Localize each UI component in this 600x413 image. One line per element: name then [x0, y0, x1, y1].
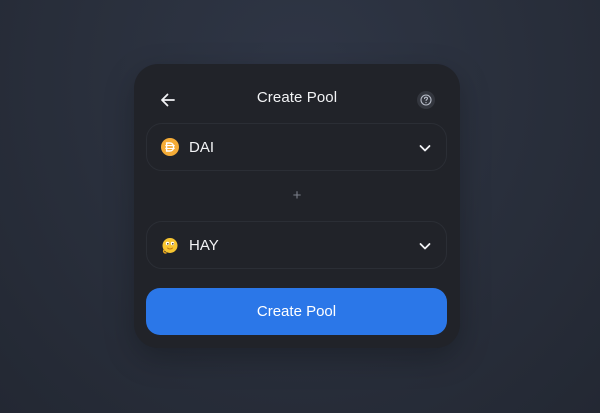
chevron-down-icon — [419, 243, 431, 250]
hay-token-icon — [162, 238, 178, 254]
help-button[interactable] — [417, 91, 435, 109]
create-pool-button[interactable]: Create Pool — [146, 288, 447, 335]
token-b-selector[interactable]: HAY — [146, 221, 447, 269]
token-b-label: HAY — [189, 237, 219, 254]
chevron-down-icon — [419, 145, 431, 152]
plus-separator: + — [292, 187, 302, 204]
dai-token-icon — [161, 138, 179, 156]
question-circle-icon — [420, 94, 432, 106]
create-pool-card: Create Pool DAI + HAY Create Pool — [134, 64, 460, 348]
token-a-label: DAI — [189, 139, 215, 156]
page-title: Create Pool — [256, 89, 338, 106]
token-a-selector[interactable]: DAI — [146, 123, 447, 171]
